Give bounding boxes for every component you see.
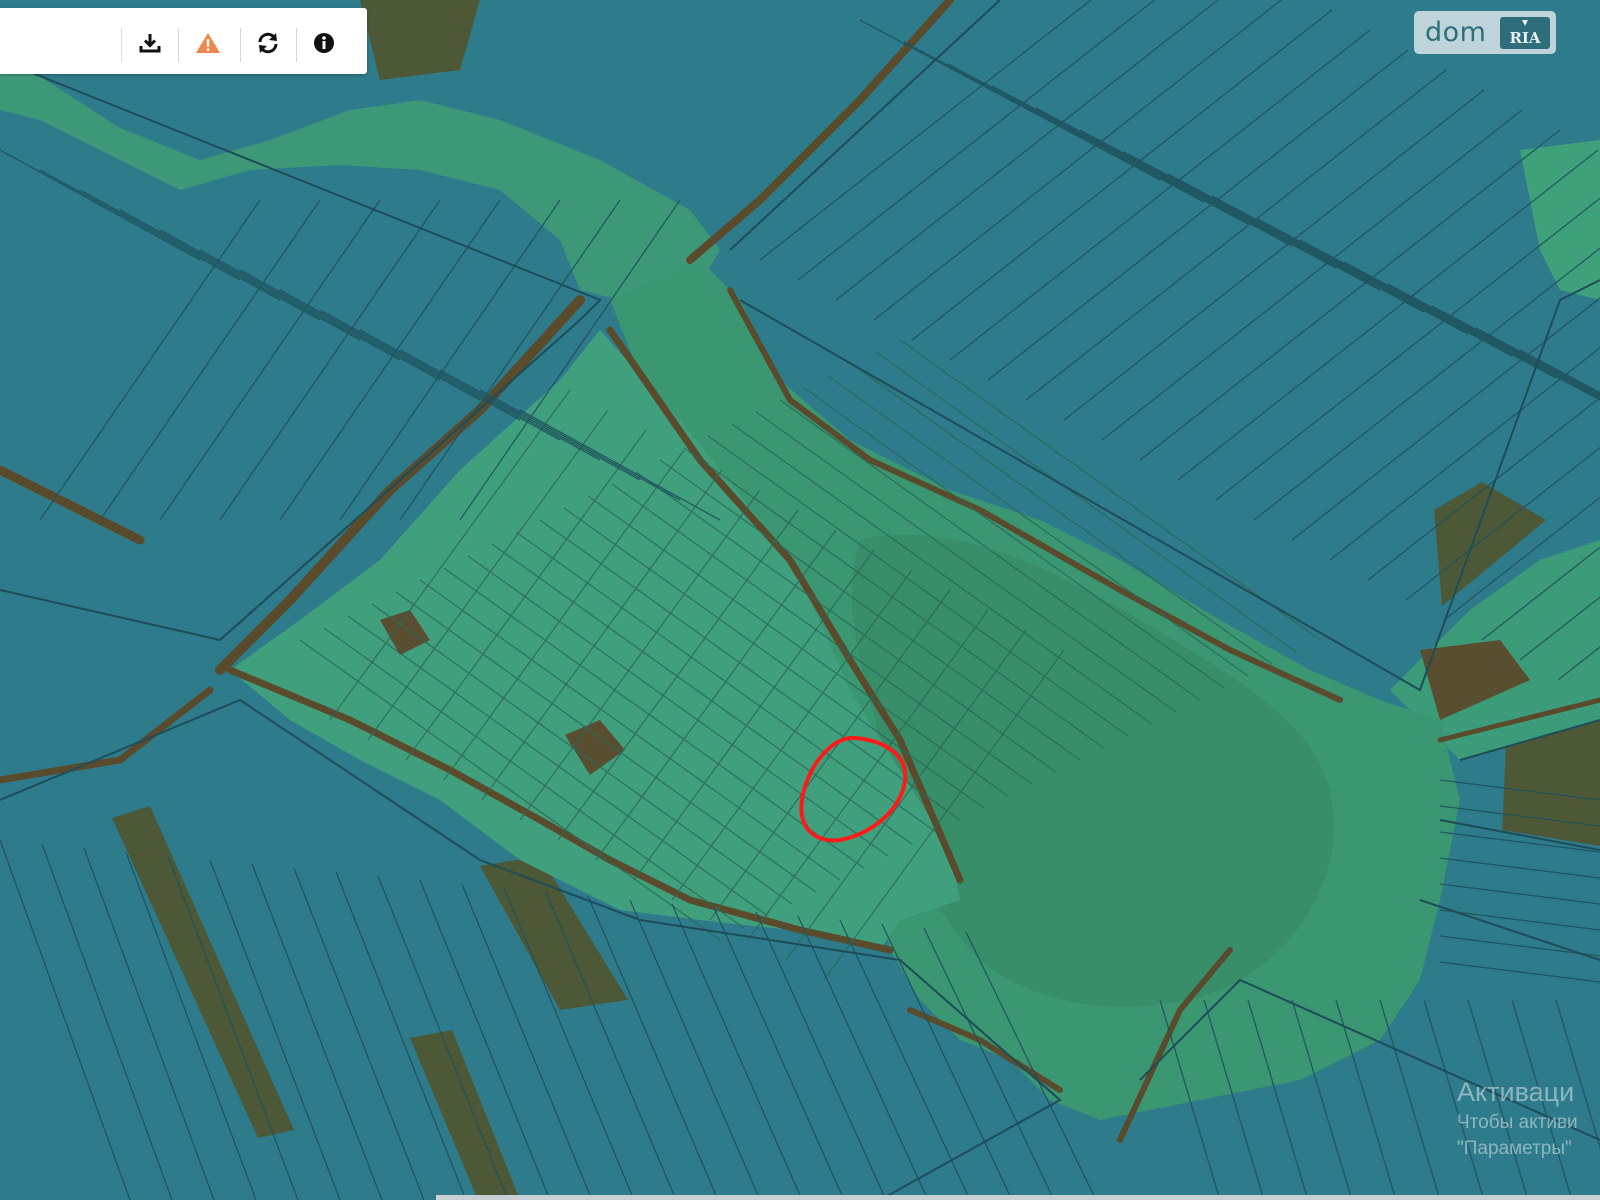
toolbar-separator — [296, 28, 297, 62]
info-icon — [314, 33, 334, 53]
watermark-line-2: Чтобы активи — [1457, 1112, 1578, 1133]
watermark-title: Активаци — [1457, 1077, 1575, 1107]
warning-icon — [196, 33, 220, 53]
ria-badge-icon: RIA — [1500, 17, 1550, 49]
logo-text: dom — [1425, 17, 1487, 48]
download-button[interactable] — [135, 28, 165, 58]
logo-badge-text: RIA — [1509, 29, 1540, 47]
report-error-button[interactable] — [193, 28, 223, 58]
cadastral-map[interactable] — [0, 0, 1600, 1200]
toolbar-separator — [240, 28, 241, 62]
domria-logo[interactable]: dom RIA — [1414, 11, 1556, 54]
map-toolbar — [0, 8, 367, 74]
download-icon — [139, 34, 161, 53]
info-button[interactable] — [309, 28, 339, 58]
toolbar-separator — [178, 28, 179, 62]
toolbar-separator — [121, 28, 122, 62]
refresh-button[interactable] — [253, 28, 283, 58]
windows-activation-watermark: Активаци Чтобы активи "Параметры" — [1457, 1077, 1600, 1160]
horizontal-scrollbar[interactable] — [436, 1195, 1600, 1200]
refresh-icon — [258, 32, 278, 54]
watermark-line-3: "Параметры" — [1457, 1138, 1572, 1159]
